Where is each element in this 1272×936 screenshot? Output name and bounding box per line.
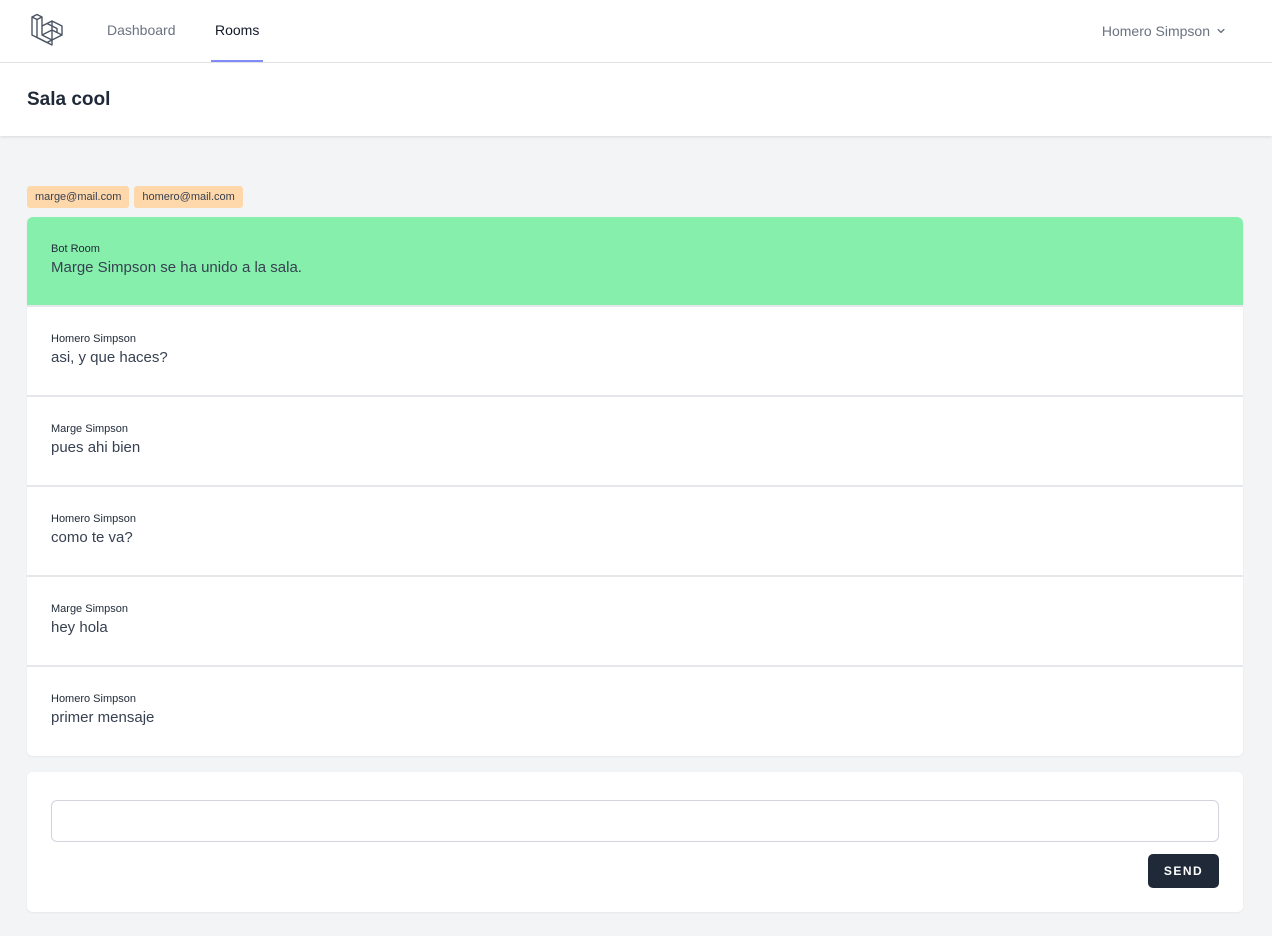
message-author: Homero Simpson [51,513,136,525]
user-menu-dropdown[interactable]: Homero Simpson [1102,0,1228,62]
page-header: Sala cool [0,63,1272,136]
message-author: Bot Room [51,243,100,255]
message-text: asi, y que haces? [51,349,168,366]
message-input[interactable] [51,800,1219,842]
user-name: Homero Simpson [1101,23,1210,39]
nav-link-rooms[interactable]: Rooms [211,0,264,62]
participant-badge: marge@mail.com [27,186,130,208]
message-composer: SEND [27,772,1243,912]
top-navigation: Dashboard Rooms Homero Simpson [0,0,1272,63]
bot-message: Bot Room Marge Simpson se ha unido a la … [27,217,1243,307]
message-text: como te va? [51,529,133,546]
message-author: Homero Simpson [51,693,136,705]
message-text: Marge Simpson se ha unido a la sala. [51,259,302,276]
message-author: Marge Simpson [51,423,129,435]
message-author: Marge Simpson [51,603,129,615]
participant-list: marge@mail.com homero@mail.com [27,186,243,208]
chat-message: Marge Simpson pues ahi bien [27,397,1243,487]
chat-message: Homero Simpson primer mensaje [27,667,1243,756]
chat-message: Homero Simpson como te va? [27,487,1243,577]
message-text: hey hola [51,619,108,636]
message-text: pues ahi bien [51,439,141,456]
participant-badge: homero@mail.com [134,186,243,208]
chevron-down-icon [1214,24,1228,38]
chat-message: Marge Simpson hey hola [27,577,1243,667]
send-button[interactable]: SEND [1148,854,1219,888]
message-author: Homero Simpson [51,333,136,345]
laravel-logo-icon[interactable] [30,13,64,47]
nav-link-dashboard[interactable]: Dashboard [103,0,180,62]
message-text: primer mensaje [51,709,155,726]
message-list[interactable]: Bot Room Marge Simpson se ha unido a la … [27,217,1243,756]
chat-message: Homero Simpson asi, y que haces? [27,307,1243,397]
page-title: Sala cool [27,89,111,110]
